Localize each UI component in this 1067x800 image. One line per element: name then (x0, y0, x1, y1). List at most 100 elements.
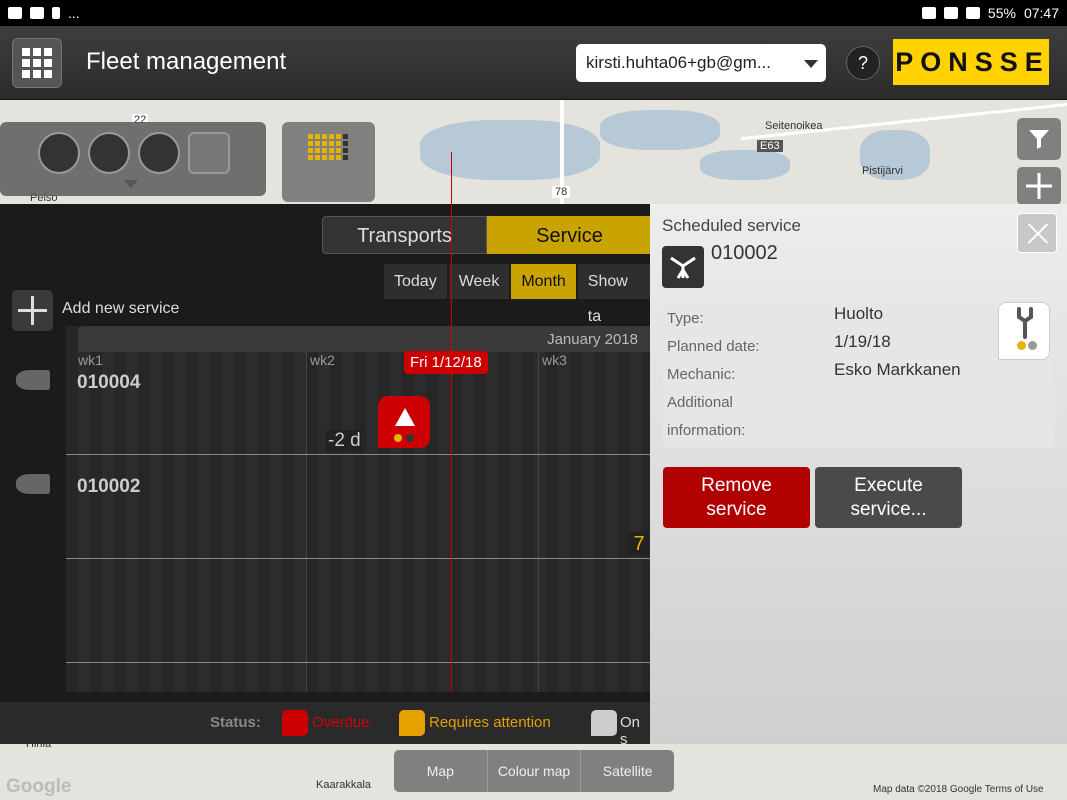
status-dot (1017, 341, 1026, 350)
map-attribution[interactable]: Map data ©2018 Google Terms of Use (873, 784, 1044, 795)
filter-button[interactable] (1017, 118, 1061, 160)
button-label: service... (850, 499, 927, 520)
map-label-e63: E63 (757, 140, 783, 152)
map-label-karakkala: Kaarakkala (316, 779, 372, 791)
show-tasks-toggle[interactable]: Show ta (577, 264, 650, 325)
mute-icon (921, 7, 936, 19)
add-service-button[interactable] (12, 290, 53, 331)
lake (420, 120, 600, 180)
service-detail-panel: Scheduled service 010002 Type: Huolto Pl… (650, 204, 1067, 744)
planned-date-label: Planned date: (667, 338, 760, 355)
more-notifications: ... (68, 5, 80, 21)
button-label: service (706, 499, 767, 520)
machine-row-label[interactable]: 010004 (77, 372, 140, 394)
warning-icon (395, 408, 415, 426)
people-layer-icon[interactable] (188, 132, 230, 174)
tab-service[interactable]: Service (487, 216, 652, 254)
harvester-icon (670, 256, 696, 279)
signal-icon (965, 7, 980, 19)
map-type-map[interactable]: Map (394, 750, 488, 792)
additional-info-label: Additional (667, 394, 733, 411)
weather-icon (30, 7, 44, 19)
machine-row-label[interactable]: 010002 (77, 476, 140, 498)
battery-level: 55% (987, 5, 1016, 21)
map-label-pistijarvi: Pistijärvi (862, 165, 903, 177)
legend-title: Status: (210, 714, 261, 731)
week-label: wk1 (78, 352, 103, 368)
app-menu-button[interactable] (12, 38, 62, 88)
map-type-toggle: Map Colour map Satellite (394, 750, 674, 792)
machine-layer-icon[interactable] (88, 132, 130, 174)
service-timeline-panel: Transports Service Today Week Month Show… (0, 204, 652, 744)
app-title: Fleet management (86, 48, 287, 75)
help-button[interactable]: ? (846, 46, 880, 80)
map-label-seitenoikea: Seitenoikea (765, 120, 823, 132)
wrench-icon (1017, 307, 1033, 339)
logo-letter: O (920, 46, 946, 77)
service-type-badge (998, 302, 1050, 360)
button-label: Remove (701, 475, 772, 496)
additional-info-label: information: (667, 422, 746, 439)
dot-grid-icon (308, 134, 348, 160)
chevron-down-icon (124, 180, 138, 188)
overdue-service-marker[interactable] (378, 396, 430, 448)
status-dot (394, 434, 402, 442)
range-week[interactable]: Week (448, 264, 510, 299)
image-icon (8, 7, 22, 19)
ponsse-logo: P O N S S E (893, 39, 1049, 85)
type-label: Type: (667, 310, 704, 327)
on-schedule-legend-icon (591, 710, 617, 736)
machine-id: 010002 (711, 242, 778, 264)
week-divider (538, 352, 539, 692)
timeline-header: January 2018 (78, 326, 650, 352)
service-count-badge[interactable]: 7 (629, 532, 649, 556)
tab-transports[interactable]: Transports (322, 216, 487, 254)
documents-layer-icon[interactable] (138, 132, 180, 174)
today-marker: Fri 1/12/18 (404, 351, 488, 374)
wifi-icon (943, 7, 958, 19)
close-button[interactable] (1017, 213, 1057, 253)
timeline-grid[interactable]: January 2018 wk1 wk2 wk3 010004 010002 (66, 326, 650, 692)
map-type-colour[interactable]: Colour map (488, 750, 582, 792)
row-divider (66, 558, 650, 559)
clock: 07:47 (1023, 5, 1059, 21)
range-month[interactable]: Month (511, 264, 576, 299)
fleet-grid-button[interactable] (282, 122, 375, 202)
forwarder-icon (16, 370, 50, 390)
execute-service-button[interactable]: Execute service... (815, 467, 962, 528)
account-dropdown[interactable]: kirsti.huhta06+gb@gm... (576, 44, 826, 82)
chevron-down-icon (804, 60, 818, 68)
attention-legend-icon (399, 710, 425, 736)
logo-letter: P (895, 46, 918, 77)
forest-layer-icon[interactable] (38, 132, 80, 174)
logo-letter: S (999, 46, 1022, 77)
map-type-satellite[interactable]: Satellite (581, 750, 674, 792)
status-dot (406, 434, 414, 442)
zoom-in-button[interactable] (1017, 167, 1061, 205)
planned-date-value: 1/19/18 (834, 332, 891, 351)
app-header: Fleet management kirsti.huhta06+gb@gm...… (0, 26, 1067, 100)
grid-menu-icon (22, 48, 52, 78)
forwarder-icon (16, 474, 50, 494)
type-value: Huolto (834, 304, 884, 323)
plus-icon (1026, 173, 1052, 199)
logo-letter: E (1024, 46, 1047, 77)
range-today[interactable]: Today (384, 264, 447, 299)
add-service-label[interactable]: Add new service (62, 300, 179, 318)
row-divider (66, 662, 650, 663)
account-email: kirsti.huhta06+gb@gm... (586, 53, 771, 72)
timeline-month: January 2018 (547, 331, 638, 348)
mechanic-value: Esko Markkanen (834, 360, 961, 379)
week-label: wk3 (542, 352, 567, 368)
logo-letter: N (948, 46, 972, 77)
legend-attention: Requires attention (429, 714, 551, 731)
overdue-legend-icon (282, 710, 308, 736)
remove-service-button[interactable]: Remove service (663, 467, 810, 528)
system-status-bar: ... 55% 07:47 (0, 0, 1067, 26)
mechanic-label: Mechanic: (667, 366, 736, 383)
row-divider (66, 454, 650, 455)
lake (700, 150, 790, 180)
person-icon (52, 7, 60, 19)
today-line (451, 152, 452, 692)
week-label: wk2 (310, 352, 335, 368)
